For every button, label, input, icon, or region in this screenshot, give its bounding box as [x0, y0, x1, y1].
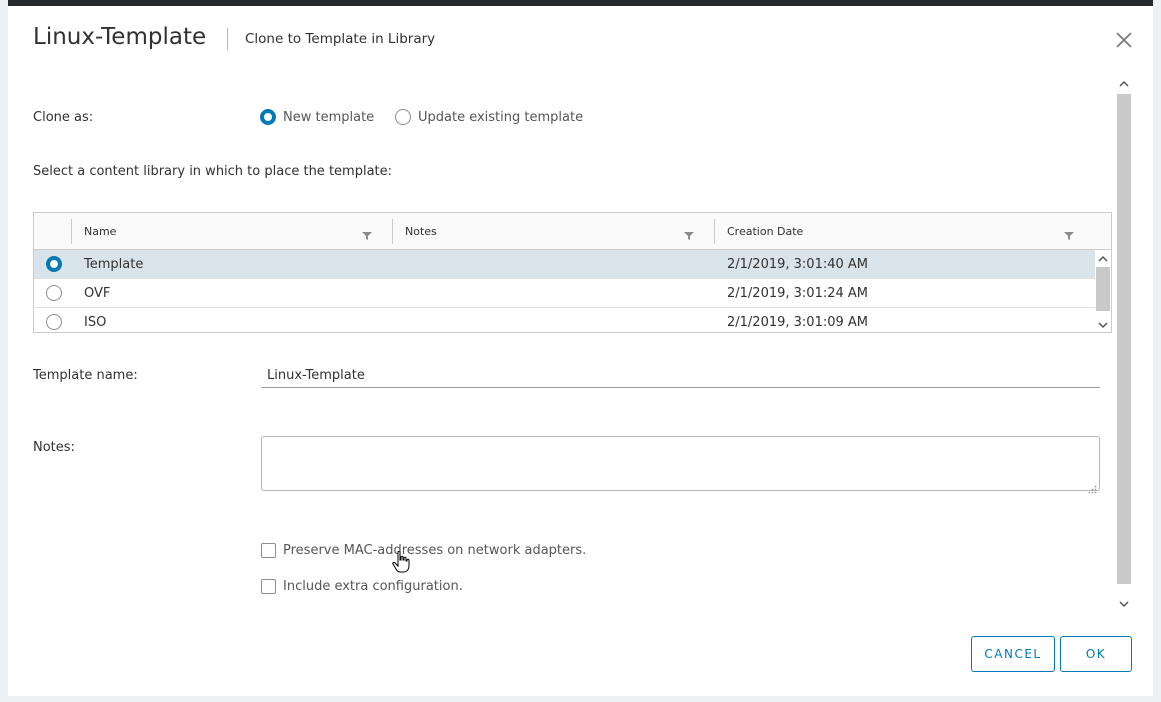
row-select-radio[interactable]	[46, 314, 62, 330]
row-name: Template	[84, 257, 144, 272]
include-extra-config-label[interactable]: Include extra configuration.	[283, 579, 463, 594]
preserve-mac-checkbox[interactable]	[261, 543, 276, 558]
preserve-mac-label[interactable]: Preserve MAC-addresses on network adapte…	[283, 543, 586, 558]
title-separator	[227, 28, 228, 50]
filter-icon[interactable]	[684, 226, 694, 240]
scroll-up-icon[interactable]	[1116, 76, 1132, 92]
update-existing-template-radio[interactable]	[395, 109, 411, 125]
table-row[interactable]: ISO 2/1/2019, 3:01:09 AM	[34, 308, 1095, 332]
row-date: 2/1/2019, 3:01:40 AM	[727, 257, 869, 272]
column-header-name[interactable]: Name	[84, 213, 116, 249]
library-prompt: Select a content library in which to pla…	[33, 164, 393, 179]
column-header-notes[interactable]: Notes	[405, 213, 437, 249]
resize-grip-icon[interactable]	[1088, 479, 1097, 494]
update-existing-template-label[interactable]: Update existing template	[418, 110, 583, 125]
scroll-down-icon[interactable]	[1095, 317, 1111, 332]
hand-cursor-icon	[392, 550, 410, 573]
filter-icon[interactable]	[362, 226, 372, 240]
clone-to-template-dialog: Linux-Template Clone to Template in Libr…	[8, 6, 1153, 696]
template-name-input[interactable]	[261, 364, 1100, 388]
notes-textarea[interactable]	[261, 436, 1100, 491]
cancel-button[interactable]: CANCEL	[971, 636, 1055, 672]
column-separator	[714, 219, 715, 244]
scrollbar-thumb[interactable]	[1096, 267, 1110, 311]
column-separator	[392, 219, 393, 244]
new-template-radio[interactable]	[260, 109, 276, 125]
dialog-subtitle: Clone to Template in Library	[245, 31, 436, 47]
row-select-radio[interactable]	[46, 285, 62, 301]
dialog-title: Linux-Template	[33, 24, 207, 50]
row-name: ISO	[84, 315, 107, 330]
table-row[interactable]: OVF 2/1/2019, 3:01:24 AM	[34, 279, 1095, 308]
row-date: 2/1/2019, 3:01:09 AM	[727, 315, 869, 330]
scrollbar-thumb[interactable]	[1117, 94, 1131, 584]
close-icon[interactable]	[1113, 29, 1135, 51]
row-date: 2/1/2019, 3:01:24 AM	[727, 286, 869, 301]
new-template-label[interactable]: New template	[283, 110, 374, 125]
filter-icon[interactable]	[1064, 226, 1074, 240]
background-page-left	[0, 0, 8, 702]
content-library-grid: Name Notes Creation Date Template 2/1/20…	[33, 212, 1112, 333]
grid-scrollbar[interactable]	[1095, 250, 1111, 332]
template-name-label: Template name:	[33, 368, 138, 383]
include-extra-config-checkbox[interactable]	[261, 579, 276, 594]
table-row[interactable]: Template 2/1/2019, 3:01:40 AM	[34, 250, 1095, 279]
ok-button[interactable]: OK	[1060, 636, 1132, 672]
row-name: OVF	[84, 286, 111, 301]
column-separator	[71, 219, 72, 244]
background-page-bottom	[0, 696, 1161, 702]
column-header-creation-date[interactable]: Creation Date	[727, 213, 803, 249]
dialog-scrollbar[interactable]	[1116, 76, 1132, 614]
clone-as-label: Clone as:	[33, 110, 94, 125]
row-select-radio[interactable]	[46, 256, 62, 272]
grid-header: Name Notes Creation Date	[34, 213, 1111, 250]
background-page-right	[1153, 0, 1161, 702]
scroll-down-icon[interactable]	[1116, 596, 1132, 612]
notes-label: Notes:	[33, 440, 75, 455]
